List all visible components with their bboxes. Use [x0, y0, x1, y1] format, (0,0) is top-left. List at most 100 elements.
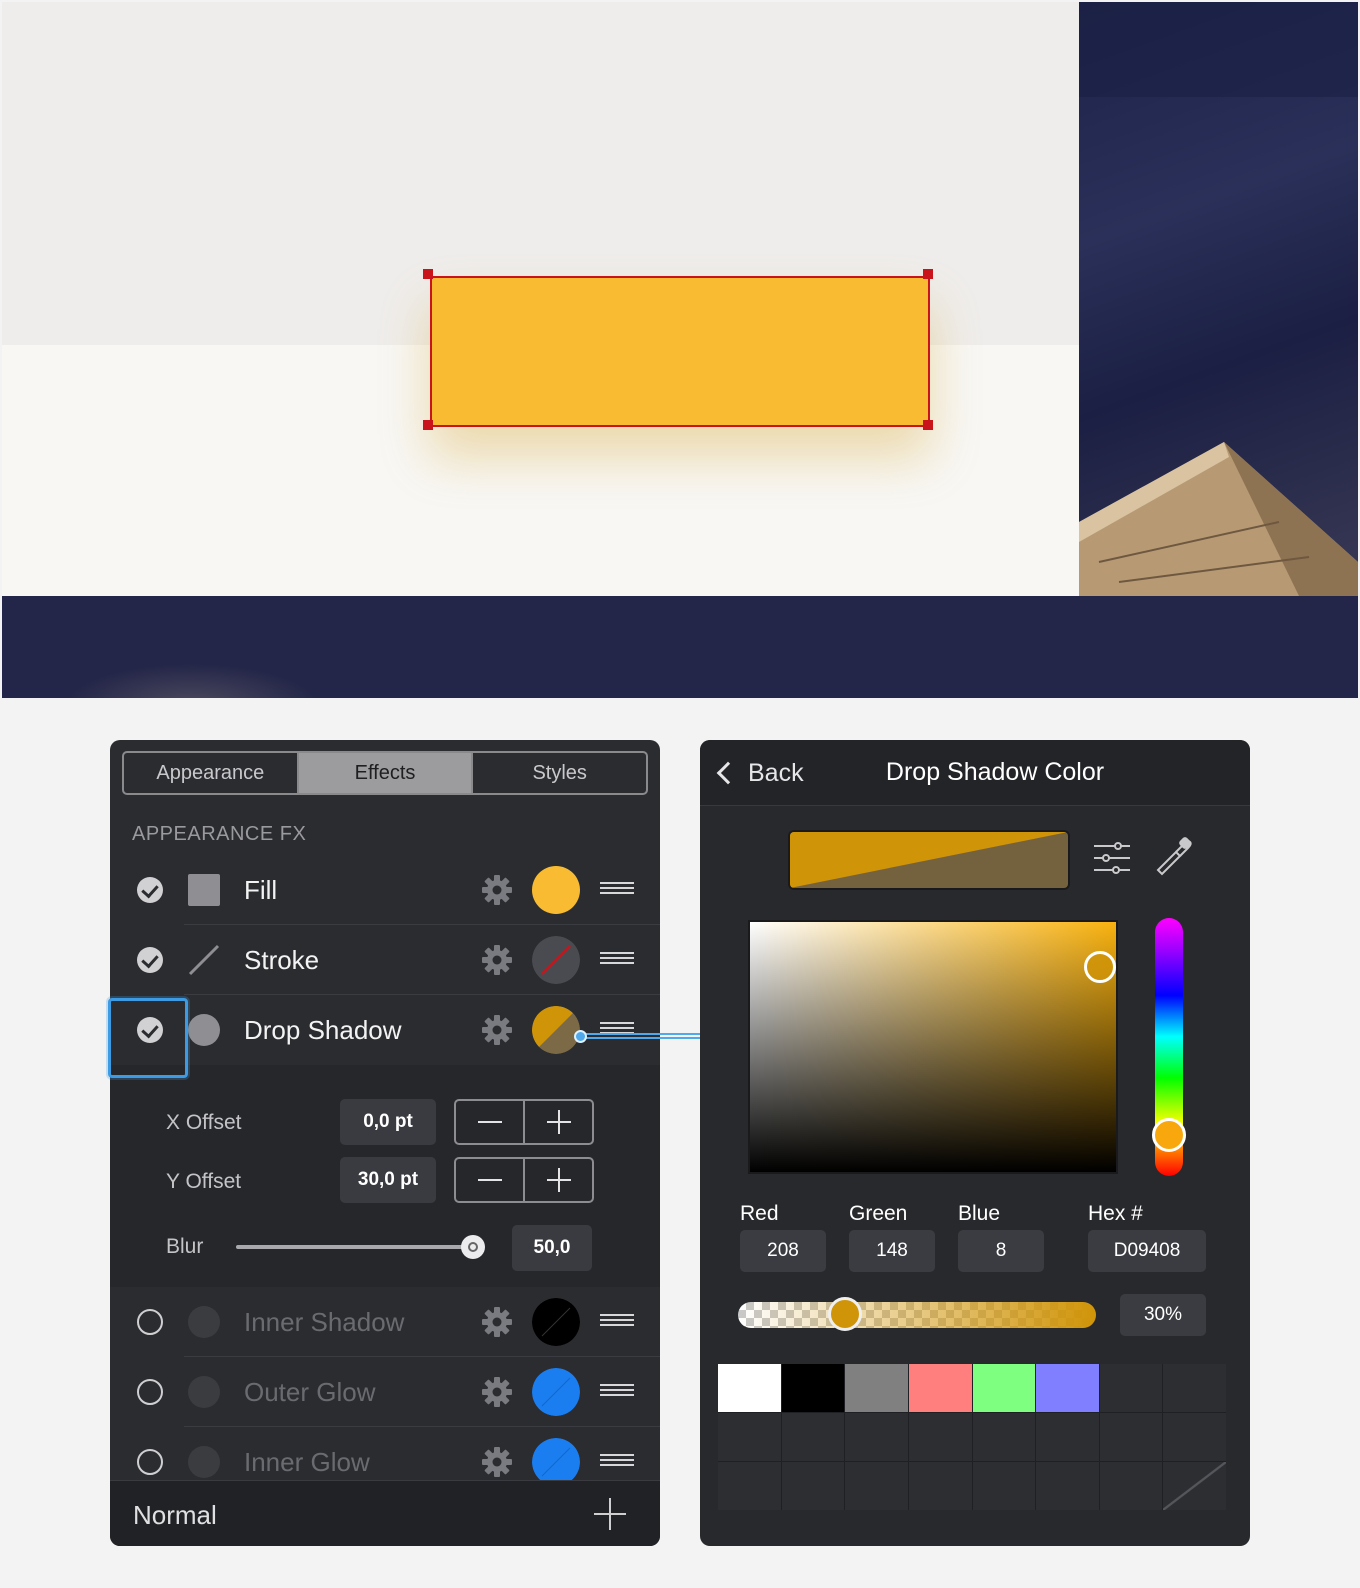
resize-handle-bottom-left[interactable] [423, 420, 433, 430]
appearance-panel: Appearance Effects Styles APPEARANCE FX … [110, 740, 660, 1546]
y-offset-field[interactable]: 30,0 pt [340, 1157, 436, 1203]
palette-swatch[interactable] [845, 1364, 908, 1412]
fill-drag-handle-icon[interactable] [600, 882, 634, 898]
panel-tabs: Appearance Effects Styles [122, 751, 648, 795]
effect-label: Inner Shadow [244, 1307, 405, 1337]
blend-mode-selector[interactable]: Normal [133, 1500, 217, 1531]
palette-swatch[interactable] [972, 1364, 1036, 1412]
palette-swatch-empty[interactable] [1163, 1413, 1226, 1461]
effect-row-fill[interactable]: Fill [110, 855, 660, 925]
x-offset-stepper [454, 1099, 594, 1145]
palette-swatch-empty[interactable] [908, 1462, 972, 1510]
blur-value-field[interactable]: 50,0 [512, 1225, 592, 1271]
add-effect-plus-icon[interactable] [594, 1498, 626, 1530]
y-offset-increment-button[interactable] [525, 1159, 592, 1201]
effect-row-inner-shadow[interactable]: Inner Shadow [110, 1287, 660, 1357]
green-field[interactable]: 148 [849, 1230, 935, 1272]
stroke-color-swatch[interactable] [532, 936, 580, 984]
palette-swatch-empty[interactable] [1163, 1462, 1226, 1510]
color-preview-swatch [788, 830, 1070, 890]
palette-swatch-empty[interactable] [718, 1462, 781, 1510]
effect-label: Drop Shadow [244, 1015, 402, 1045]
saturation-brightness-picker[interactable] [748, 920, 1118, 1174]
drop-shadow-color-panel: Back Drop Shadow Color Red 208 Green 148… [700, 740, 1250, 1546]
color-palette [718, 1364, 1226, 1510]
outer-glow-settings-gear-icon[interactable] [480, 1375, 514, 1409]
fill-color-swatch[interactable] [532, 866, 580, 914]
inner-glow-circle-icon [188, 1446, 220, 1478]
palette-swatch-empty[interactable] [908, 1413, 972, 1461]
tab-styles[interactable]: Styles [473, 753, 646, 793]
drop-shadow-enabled-checkbox[interactable] [137, 1017, 163, 1043]
blur-slider-track[interactable] [236, 1245, 478, 1249]
y-offset-decrement-button[interactable] [456, 1159, 525, 1201]
hue-slider-knob[interactable] [1152, 1118, 1186, 1152]
resize-handle-bottom-right[interactable] [923, 420, 933, 430]
tab-appearance[interactable]: Appearance [124, 753, 299, 793]
inner-shadow-enabled-checkbox[interactable] [137, 1309, 163, 1335]
blue-field[interactable]: 8 [958, 1230, 1044, 1272]
palette-swatch-empty[interactable] [781, 1462, 845, 1510]
palette-swatch-empty[interactable] [845, 1413, 908, 1461]
stroke-settings-gear-icon[interactable] [480, 943, 514, 977]
palette-swatch-empty[interactable] [718, 1413, 781, 1461]
effect-row-stroke[interactable]: Stroke [110, 925, 660, 995]
inner-shadow-color-swatch[interactable] [532, 1298, 580, 1346]
tab-effects[interactable]: Effects [298, 753, 474, 793]
palette-swatch[interactable] [908, 1364, 972, 1412]
palette-swatch-empty[interactable] [972, 1413, 1036, 1461]
palette-swatch-empty[interactable] [1099, 1413, 1163, 1461]
section-title: APPEARANCE FX [132, 823, 307, 845]
drop-shadow-color-swatch[interactable] [532, 1006, 580, 1054]
drop-shadow-settings-gear-icon[interactable] [480, 1013, 514, 1047]
opacity-slider[interactable] [738, 1302, 1096, 1328]
stroke-enabled-checkbox[interactable] [137, 947, 163, 973]
fill-enabled-checkbox[interactable] [137, 877, 163, 903]
opacity-field[interactable]: 30% [1120, 1294, 1206, 1336]
inner-glow-settings-gear-icon[interactable] [480, 1445, 514, 1479]
red-field[interactable]: 208 [740, 1230, 826, 1272]
inner-shadow-settings-gear-icon[interactable] [480, 1305, 514, 1339]
palette-swatch[interactable] [781, 1364, 845, 1412]
background-photo-bottom [2, 596, 1358, 698]
eyedropper-icon[interactable] [1154, 836, 1194, 876]
palette-swatch[interactable] [1036, 1364, 1099, 1412]
hex-field[interactable]: D09408 [1088, 1230, 1206, 1272]
outer-glow-color-swatch[interactable] [532, 1368, 580, 1416]
stroke-drag-handle-icon[interactable] [600, 952, 634, 968]
y-offset-stepper [454, 1157, 594, 1203]
resize-handle-top-left[interactable] [423, 269, 433, 279]
inner-glow-color-swatch[interactable] [532, 1438, 580, 1486]
color-sliders-icon[interactable] [1092, 838, 1132, 878]
outer-glow-enabled-checkbox[interactable] [137, 1379, 163, 1405]
selected-rectangle-shape[interactable] [430, 276, 930, 427]
inner-shadow-drag-handle-icon[interactable] [600, 1314, 634, 1330]
x-offset-field[interactable]: 0,0 pt [340, 1099, 436, 1145]
green-label: Green [849, 1202, 908, 1225]
red-label: Red [740, 1202, 779, 1225]
color-swatch-connector-line [580, 1033, 701, 1039]
effect-row-outer-glow[interactable]: Outer Glow [110, 1357, 660, 1427]
palette-swatch-empty[interactable] [1099, 1462, 1163, 1510]
x-offset-decrement-button[interactable] [456, 1101, 525, 1143]
outer-glow-drag-handle-icon[interactable] [600, 1384, 634, 1400]
inner-glow-enabled-checkbox[interactable] [137, 1449, 163, 1475]
x-offset-increment-button[interactable] [525, 1101, 592, 1143]
palette-swatch-empty[interactable] [972, 1462, 1036, 1510]
x-offset-label: X Offset [166, 1111, 242, 1134]
palette-swatch-empty[interactable] [845, 1462, 908, 1510]
palette-swatch-empty[interactable] [1036, 1413, 1099, 1461]
palette-swatch[interactable] [718, 1364, 781, 1412]
palette-swatch-empty[interactable] [1163, 1364, 1226, 1412]
resize-handle-top-right[interactable] [923, 269, 933, 279]
blue-label: Blue [958, 1202, 1001, 1225]
blur-slider-knob[interactable] [461, 1235, 486, 1259]
fill-settings-gear-icon[interactable] [480, 873, 514, 907]
design-canvas[interactable] [2, 2, 1358, 698]
saturation-brightness-cursor[interactable] [1084, 951, 1116, 983]
palette-swatch-empty[interactable] [1099, 1364, 1163, 1412]
inner-glow-drag-handle-icon[interactable] [600, 1454, 634, 1470]
palette-swatch-empty[interactable] [1036, 1462, 1099, 1510]
palette-swatch-empty[interactable] [781, 1413, 845, 1461]
drop-shadow-circle-icon [188, 1014, 220, 1046]
